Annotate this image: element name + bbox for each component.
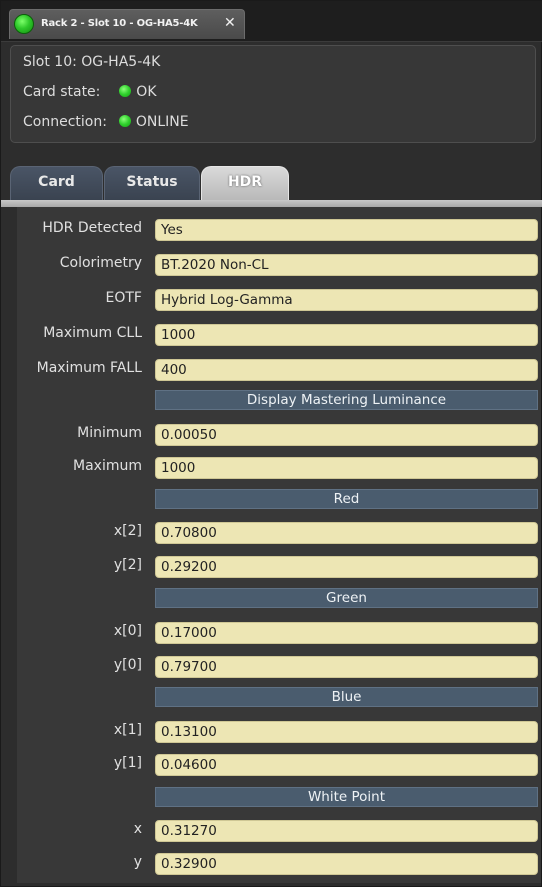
hdr-detected-field: Yes [155, 219, 538, 241]
section-header-blue: Blue [155, 687, 538, 707]
card-state-indicator-icon [119, 85, 132, 97]
blue-x-label: x[1] [113, 722, 142, 738]
colorimetry-label: Colorimetry [59, 255, 142, 271]
connection-status-icon [14, 14, 34, 34]
hdr-detected-label: HDR Detected [42, 220, 142, 236]
blue-x-field: 0.13100 [155, 721, 538, 743]
eotf-label: EOTF [105, 290, 142, 306]
window-frame: Rack 2 - Slot 10 - OG-HA5-4K ✕ Slot 10: … [0, 0, 542, 887]
section-header-white-point: White Point [155, 787, 538, 807]
blue-y-field: 0.04600 [155, 754, 538, 776]
max-fall-label: Maximum FALL [36, 360, 142, 376]
window-tab-bar: Rack 2 - Slot 10 - OG-HA5-4K ✕ [1, 1, 542, 42]
connection-label: Connection: [23, 114, 107, 130]
tab-hdr[interactable]: HDR [201, 166, 289, 200]
tab-status[interactable]: Status [104, 166, 200, 200]
card-info-panel: Slot 10: OG-HA5-4K Card state: OK Connec… [10, 45, 536, 143]
red-y-label: y[2] [113, 557, 142, 573]
minimum-label: Minimum [77, 425, 142, 441]
tab-card[interactable]: Card [10, 166, 103, 200]
blue-y-label: y[1] [113, 755, 142, 771]
section-header-green: Green [155, 588, 538, 608]
green-x-field: 0.17000 [155, 622, 538, 644]
eotf-field: Hybrid Log-Gamma [155, 289, 538, 311]
card-state-label: Card state: [23, 84, 101, 100]
slot-title: Slot 10: OG-HA5-4K [23, 54, 161, 70]
minimum-field: 0.00050 [155, 424, 538, 446]
section-header-display-mastering-luminance: Display Mastering Luminance [155, 390, 538, 410]
section-header-red: Red [155, 489, 538, 509]
green-y-label: y[0] [113, 657, 142, 673]
document-tab-title: Rack 2 - Slot 10 - OG-HA5-4K [41, 18, 198, 29]
colorimetry-field: BT.2020 Non-CL [155, 254, 538, 276]
connection-value: ONLINE [135, 114, 189, 130]
card-state-value: OK [136, 84, 157, 100]
card-state-row: Card state: OK [23, 84, 157, 100]
close-icon[interactable]: ✕ [224, 15, 236, 31]
connection-row: Connection: ONLINE [23, 114, 189, 130]
tab-strip-underline [1, 200, 542, 207]
max-fall-field: 400 [155, 359, 538, 381]
document-tab[interactable]: Rack 2 - Slot 10 - OG-HA5-4K ✕ [9, 9, 245, 39]
green-x-label: x[0] [113, 623, 142, 639]
hdr-panel: HDR Detected Yes Colorimetry BT.2020 Non… [17, 207, 541, 883]
green-y-field: 0.79700 [155, 656, 538, 678]
red-x-field: 0.70800 [155, 522, 538, 544]
white-y-label: y [133, 854, 142, 870]
white-x-field: 0.31270 [155, 820, 538, 842]
red-y-field: 0.29200 [155, 556, 538, 578]
maximum-label: Maximum [73, 458, 142, 474]
red-x-label: x[2] [113, 523, 142, 539]
max-cll-field: 1000 [155, 324, 538, 346]
connection-indicator-icon [118, 115, 131, 127]
maximum-field: 1000 [155, 457, 538, 479]
max-cll-label: Maximum CLL [43, 325, 142, 341]
white-y-field: 0.32900 [155, 853, 538, 875]
white-x-label: x [133, 821, 142, 837]
